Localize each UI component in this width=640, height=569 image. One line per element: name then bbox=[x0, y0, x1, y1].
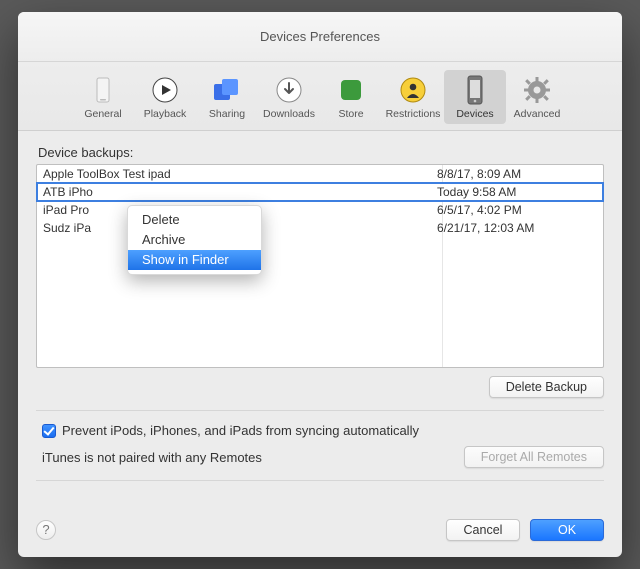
context-menu: Delete Archive Show in Finder bbox=[127, 205, 262, 275]
tab-advanced[interactable]: Advanced bbox=[506, 70, 568, 124]
table-row[interactable]: ATB iPho Today 9:58 AM bbox=[37, 183, 603, 201]
toolbar: General Playback Sharing Downloads Store bbox=[18, 62, 622, 131]
tab-label: Playback bbox=[134, 108, 196, 120]
ok-button[interactable]: OK bbox=[530, 519, 604, 541]
titlebar: Devices Preferences bbox=[18, 12, 622, 62]
tab-store[interactable]: Store bbox=[320, 70, 382, 124]
tab-label: Store bbox=[320, 108, 382, 120]
sharing-icon bbox=[211, 74, 243, 106]
table-row[interactable]: Sudz iPa 6/21/17, 12:03 AM bbox=[37, 219, 603, 237]
help-button[interactable]: ? bbox=[36, 520, 56, 540]
backup-list[interactable]: Apple ToolBox Test ipad 8/8/17, 8:09 AM … bbox=[36, 164, 604, 368]
tab-restrictions[interactable]: Restrictions bbox=[382, 70, 444, 124]
prevent-sync-row: Prevent iPods, iPhones, and iPads from s… bbox=[42, 423, 604, 438]
gear-icon bbox=[521, 74, 553, 106]
delete-backup-button[interactable]: Delete Backup bbox=[489, 376, 604, 398]
cancel-button[interactable]: Cancel bbox=[446, 519, 520, 541]
download-icon bbox=[273, 74, 305, 106]
tab-playback[interactable]: Playback bbox=[134, 70, 196, 124]
ctx-archive[interactable]: Archive bbox=[128, 230, 261, 250]
ctx-show-in-finder[interactable]: Show in Finder bbox=[128, 250, 261, 270]
divider bbox=[36, 480, 604, 481]
ctx-delete[interactable]: Delete bbox=[128, 210, 261, 230]
tab-label: Devices bbox=[444, 108, 506, 120]
tab-downloads[interactable]: Downloads bbox=[258, 70, 320, 124]
forget-remotes-button[interactable]: Forget All Remotes bbox=[464, 446, 604, 468]
window-title: Devices Preferences bbox=[260, 29, 380, 44]
table-row[interactable]: iPad Pro 6/5/17, 4:02 PM bbox=[37, 201, 603, 219]
prevent-sync-label: Prevent iPods, iPhones, and iPads from s… bbox=[62, 423, 419, 438]
prevent-sync-checkbox[interactable] bbox=[42, 424, 56, 438]
tab-label: Restrictions bbox=[382, 108, 444, 120]
delete-row: Delete Backup bbox=[36, 376, 604, 398]
remotes-row: iTunes is not paired with any Remotes Fo… bbox=[42, 446, 604, 468]
backup-name: ATB iPho bbox=[43, 183, 437, 201]
divider bbox=[36, 410, 604, 411]
backup-date: 8/8/17, 8:09 AM bbox=[437, 165, 597, 183]
backup-date: Today 9:58 AM bbox=[437, 183, 597, 201]
preferences-window: Devices Preferences General Playback Sha… bbox=[18, 12, 622, 557]
footer: ? Cancel OK bbox=[18, 507, 622, 557]
tab-general[interactable]: General bbox=[72, 70, 134, 124]
restrictions-icon bbox=[397, 74, 429, 106]
backup-name: Apple ToolBox Test ipad bbox=[43, 165, 437, 183]
store-icon bbox=[335, 74, 367, 106]
tab-label: Advanced bbox=[506, 108, 568, 120]
tab-sharing[interactable]: Sharing bbox=[196, 70, 258, 124]
backup-date: 6/21/17, 12:03 AM bbox=[437, 219, 597, 237]
table-row[interactable]: Apple ToolBox Test ipad 8/8/17, 8:09 AM bbox=[37, 165, 603, 183]
tab-label: Sharing bbox=[196, 108, 258, 120]
remote-status: iTunes is not paired with any Remotes bbox=[42, 450, 262, 465]
backup-date: 6/5/17, 4:02 PM bbox=[437, 201, 597, 219]
help-icon: ? bbox=[42, 522, 49, 537]
general-icon bbox=[87, 74, 119, 106]
tab-devices[interactable]: Devices bbox=[444, 70, 506, 124]
device-backups-label: Device backups: bbox=[36, 145, 604, 160]
tab-label: General bbox=[72, 108, 134, 120]
play-icon bbox=[149, 74, 181, 106]
content-area: Device backups: Apple ToolBox Test ipad … bbox=[18, 131, 622, 507]
tab-label: Downloads bbox=[258, 108, 320, 120]
device-icon bbox=[459, 74, 491, 106]
